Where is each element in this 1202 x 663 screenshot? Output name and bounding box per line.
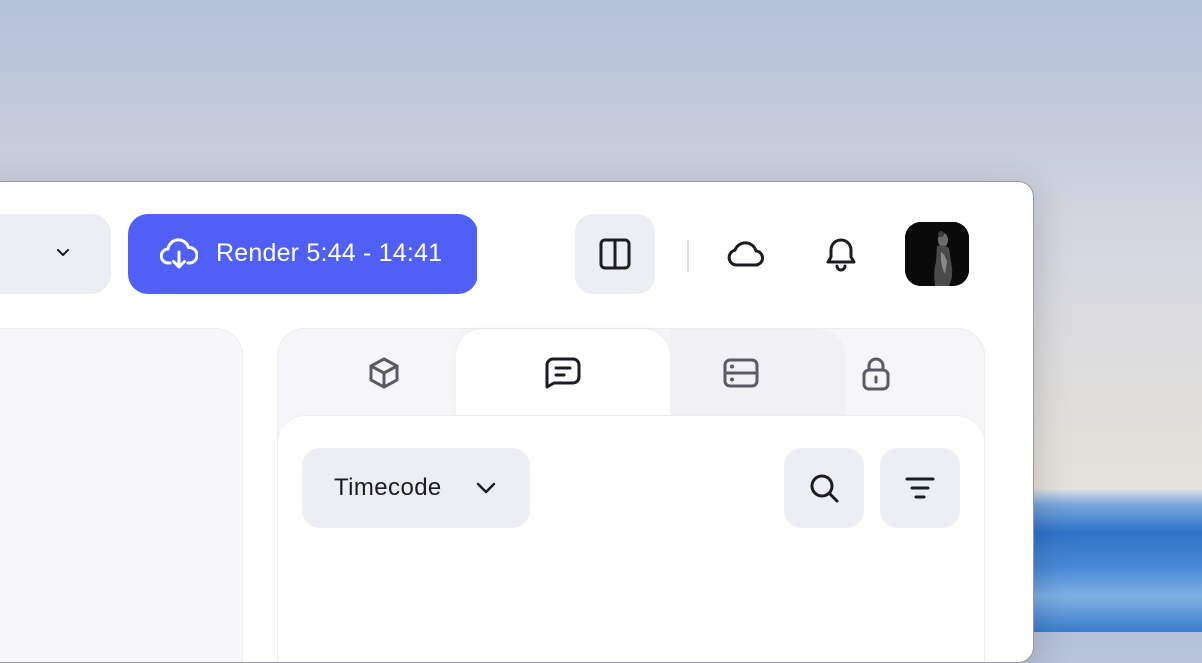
top-toolbar: ed Render 5:44 - 14:41 (0, 182, 1033, 322)
lock-icon (862, 357, 890, 391)
render-button-group: Render 5:44 - 14:41 (128, 214, 530, 294)
tab-storage[interactable] (670, 329, 846, 415)
render-button-label: Render 5:44 - 14:41 (216, 239, 443, 267)
cloud-sync-button[interactable] (713, 222, 777, 286)
cloud-icon (727, 241, 764, 267)
filter-button[interactable] (880, 448, 960, 528)
tab-security[interactable] (846, 329, 984, 415)
render-button[interactable]: Render 5:44 - 14:41 (128, 214, 477, 294)
filter-icon (905, 477, 935, 499)
notifications-button[interactable] (809, 222, 873, 286)
status-dropdown[interactable]: ed (0, 214, 111, 294)
right-panel: Timecode (277, 328, 985, 662)
comments-panel: Timecode (278, 415, 984, 662)
search-icon (810, 474, 839, 503)
chevron-down-icon (476, 482, 496, 494)
sort-dropdown-label: Timecode (334, 474, 442, 501)
bell-icon (826, 238, 856, 272)
avatar[interactable] (905, 222, 969, 286)
sort-dropdown[interactable]: Timecode (302, 448, 530, 528)
desktop-wallpaper (1030, 490, 1202, 632)
cloud-download-icon (160, 238, 198, 269)
cube-icon (369, 357, 399, 389)
tab-comments[interactable] (456, 329, 670, 415)
toggle-sidebar-button[interactable] (575, 214, 655, 294)
comment-icon (545, 357, 581, 389)
tab-assets[interactable] (308, 329, 468, 415)
chevron-down-icon (57, 249, 69, 256)
left-panel (0, 328, 243, 662)
render-options-dropdown[interactable] (479, 214, 558, 294)
app-window: ed Render 5:44 - 14:41 (0, 181, 1034, 663)
chevron-down-icon (506, 248, 530, 262)
user-avatar-image (905, 222, 969, 286)
search-button[interactable] (784, 448, 864, 528)
server-icon (723, 358, 759, 388)
toolbar-divider (687, 240, 689, 272)
panel-toggle-icon (599, 238, 631, 270)
